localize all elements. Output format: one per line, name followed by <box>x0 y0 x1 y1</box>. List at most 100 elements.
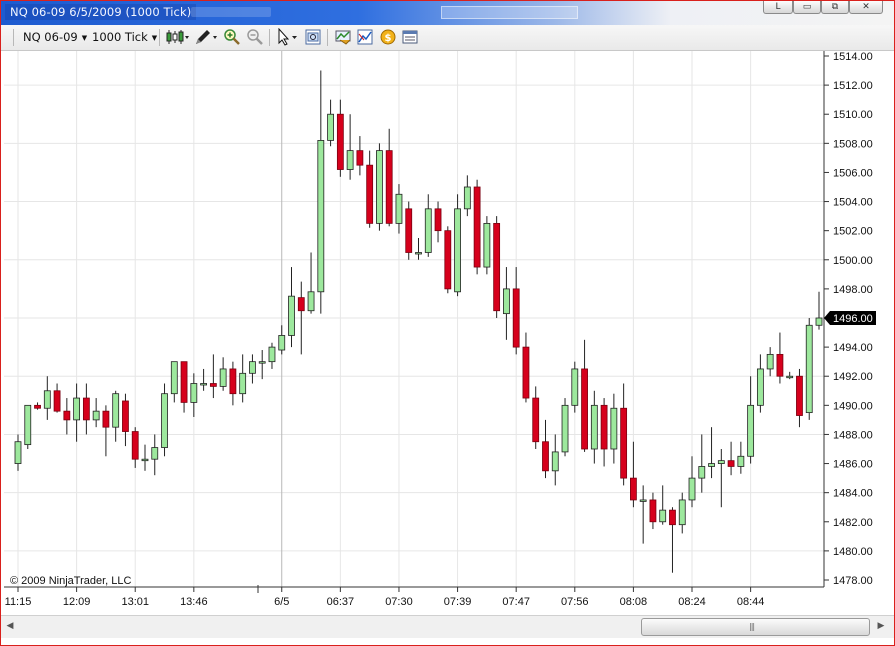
x-tick-label: 06:37 <box>327 596 355 608</box>
close-button[interactable]: ✕ <box>849 1 883 14</box>
up-candle <box>288 295 295 336</box>
toolbar-separator <box>13 29 14 46</box>
down-candle <box>620 407 628 479</box>
up-candle <box>161 393 168 448</box>
down-candle <box>649 499 657 523</box>
up-candle <box>14 441 22 464</box>
chart-grid <box>4 51 824 587</box>
x-tick-label: 11:15 <box>5 596 32 608</box>
x-tick-label: 13:01 <box>121 596 149 608</box>
up-candle <box>249 361 256 374</box>
indicators-icon[interactable] <box>334 28 352 46</box>
bar-type-icon[interactable] <box>165 28 189 46</box>
x-tick-label: 12:09 <box>63 596 91 608</box>
scroll-left-arrow-icon[interactable]: ◀ <box>3 619 17 633</box>
x-tick-label: 08:24 <box>678 596 706 608</box>
up-candle <box>424 208 432 253</box>
up-candle <box>112 393 120 428</box>
down-candle <box>512 288 520 348</box>
down-candle <box>34 404 41 409</box>
down-candle <box>776 353 784 377</box>
down-candle <box>336 113 344 170</box>
up-candle <box>756 368 764 406</box>
chevron-down-icon: ▼ <box>81 34 88 42</box>
up-candle <box>278 335 286 351</box>
instrument-selector[interactable]: NQ 06-09 ▼ <box>23 29 87 45</box>
maximize-button[interactable]: ⧉ <box>821 1 849 14</box>
chart-toolbar: NQ 06-09 ▼ 1000 Tick ▼ $ <box>1 25 894 51</box>
up-candle <box>268 346 276 363</box>
zoom-in-icon[interactable] <box>223 28 241 46</box>
down-candle <box>522 346 530 399</box>
down-candle <box>600 404 608 450</box>
down-candle <box>434 208 442 232</box>
up-candle <box>190 383 198 403</box>
y-tick-label: 1490.00 <box>833 400 873 412</box>
scrollbar-thumb[interactable]: ||| <box>641 618 870 636</box>
market-analyzer-icon[interactable]: $ <box>379 28 397 46</box>
up-candle <box>43 390 51 409</box>
down-candle <box>102 410 110 428</box>
up-candle <box>698 466 706 479</box>
plot-background <box>4 51 824 587</box>
svg-text:$: $ <box>385 33 392 44</box>
interval-label: 1000 Tick <box>92 30 148 44</box>
down-candle <box>630 477 637 501</box>
draw-pencil-icon[interactable] <box>194 28 218 46</box>
down-candle <box>532 397 540 443</box>
up-candle <box>639 499 647 502</box>
window-title: NQ 06-09 6/5/2009 (1000 Tick) <box>5 4 197 20</box>
pointer-icon[interactable] <box>276 28 300 46</box>
y-tick-label: 1478.00 <box>833 575 873 587</box>
data-box-icon[interactable] <box>304 28 322 46</box>
up-candle <box>141 458 149 462</box>
price-chart[interactable]: 11:15 12:09 13:01 13:46 6/5 06:37 07:30 07:39 07… <box>1 51 894 615</box>
up-candle <box>678 499 686 526</box>
up-candle <box>219 368 227 387</box>
down-candle <box>53 390 61 412</box>
properties-icon[interactable] <box>401 28 419 46</box>
up-candle <box>590 404 598 450</box>
down-candle <box>209 383 217 387</box>
y-tick-label: 1492.00 <box>833 371 873 383</box>
up-candle <box>346 150 354 170</box>
horizontal-scrollbar[interactable]: ◀ ||| ▶ <box>1 615 894 638</box>
y-tick-label: 1480.00 <box>833 546 873 558</box>
y-tick-label: 1514.00 <box>833 51 873 63</box>
down-candle <box>63 410 71 421</box>
down-candle <box>493 222 501 312</box>
minimize-button[interactable]: ▭ <box>793 1 821 14</box>
x-tick-label: 07:30 <box>385 596 413 608</box>
scroll-right-arrow-icon[interactable]: ▶ <box>874 619 888 633</box>
toolbar-separator <box>327 29 328 46</box>
up-candle <box>92 410 100 421</box>
toolbar-separator <box>159 29 160 46</box>
chart-window: NQ 06-09 6/5/2009 (1000 Tick) L ▭ ⧉ ✕ NQ… <box>0 0 895 646</box>
up-candle <box>307 291 315 312</box>
y-tick-label: 1504.00 <box>833 197 873 209</box>
y-tick-label: 1486.00 <box>833 459 873 471</box>
up-candle <box>73 397 81 421</box>
up-candle <box>737 455 745 467</box>
down-candle <box>385 150 393 224</box>
up-candle <box>170 361 178 395</box>
up-candle <box>463 186 471 210</box>
title-bar[interactable]: NQ 06-09 6/5/2009 (1000 Tick) L ▭ ⧉ ✕ <box>1 1 894 25</box>
up-candle <box>747 404 755 457</box>
y-tick-label: 1494.00 <box>833 342 873 354</box>
last-price-label: 1496.00 <box>833 313 873 325</box>
x-tick-label: 07:39 <box>444 596 472 608</box>
x-tick-label: 07:56 <box>561 596 589 608</box>
strategies-icon[interactable] <box>356 28 374 46</box>
interval-selector[interactable]: 1000 Tick ▼ <box>92 29 157 45</box>
up-candle <box>805 324 813 414</box>
down-candle <box>356 150 364 166</box>
y-tick-label: 1502.00 <box>833 226 873 238</box>
y-tick-label: 1484.00 <box>833 488 873 500</box>
zoom-out-icon[interactable] <box>246 28 264 46</box>
up-candle <box>239 372 247 395</box>
up-candle <box>483 222 491 268</box>
window-layout-button[interactable]: L <box>763 1 793 14</box>
y-axis: 1514.00 1512.00 1510.00 1508.00 1506.00 1504.… <box>823 51 876 587</box>
up-candle <box>561 404 569 453</box>
